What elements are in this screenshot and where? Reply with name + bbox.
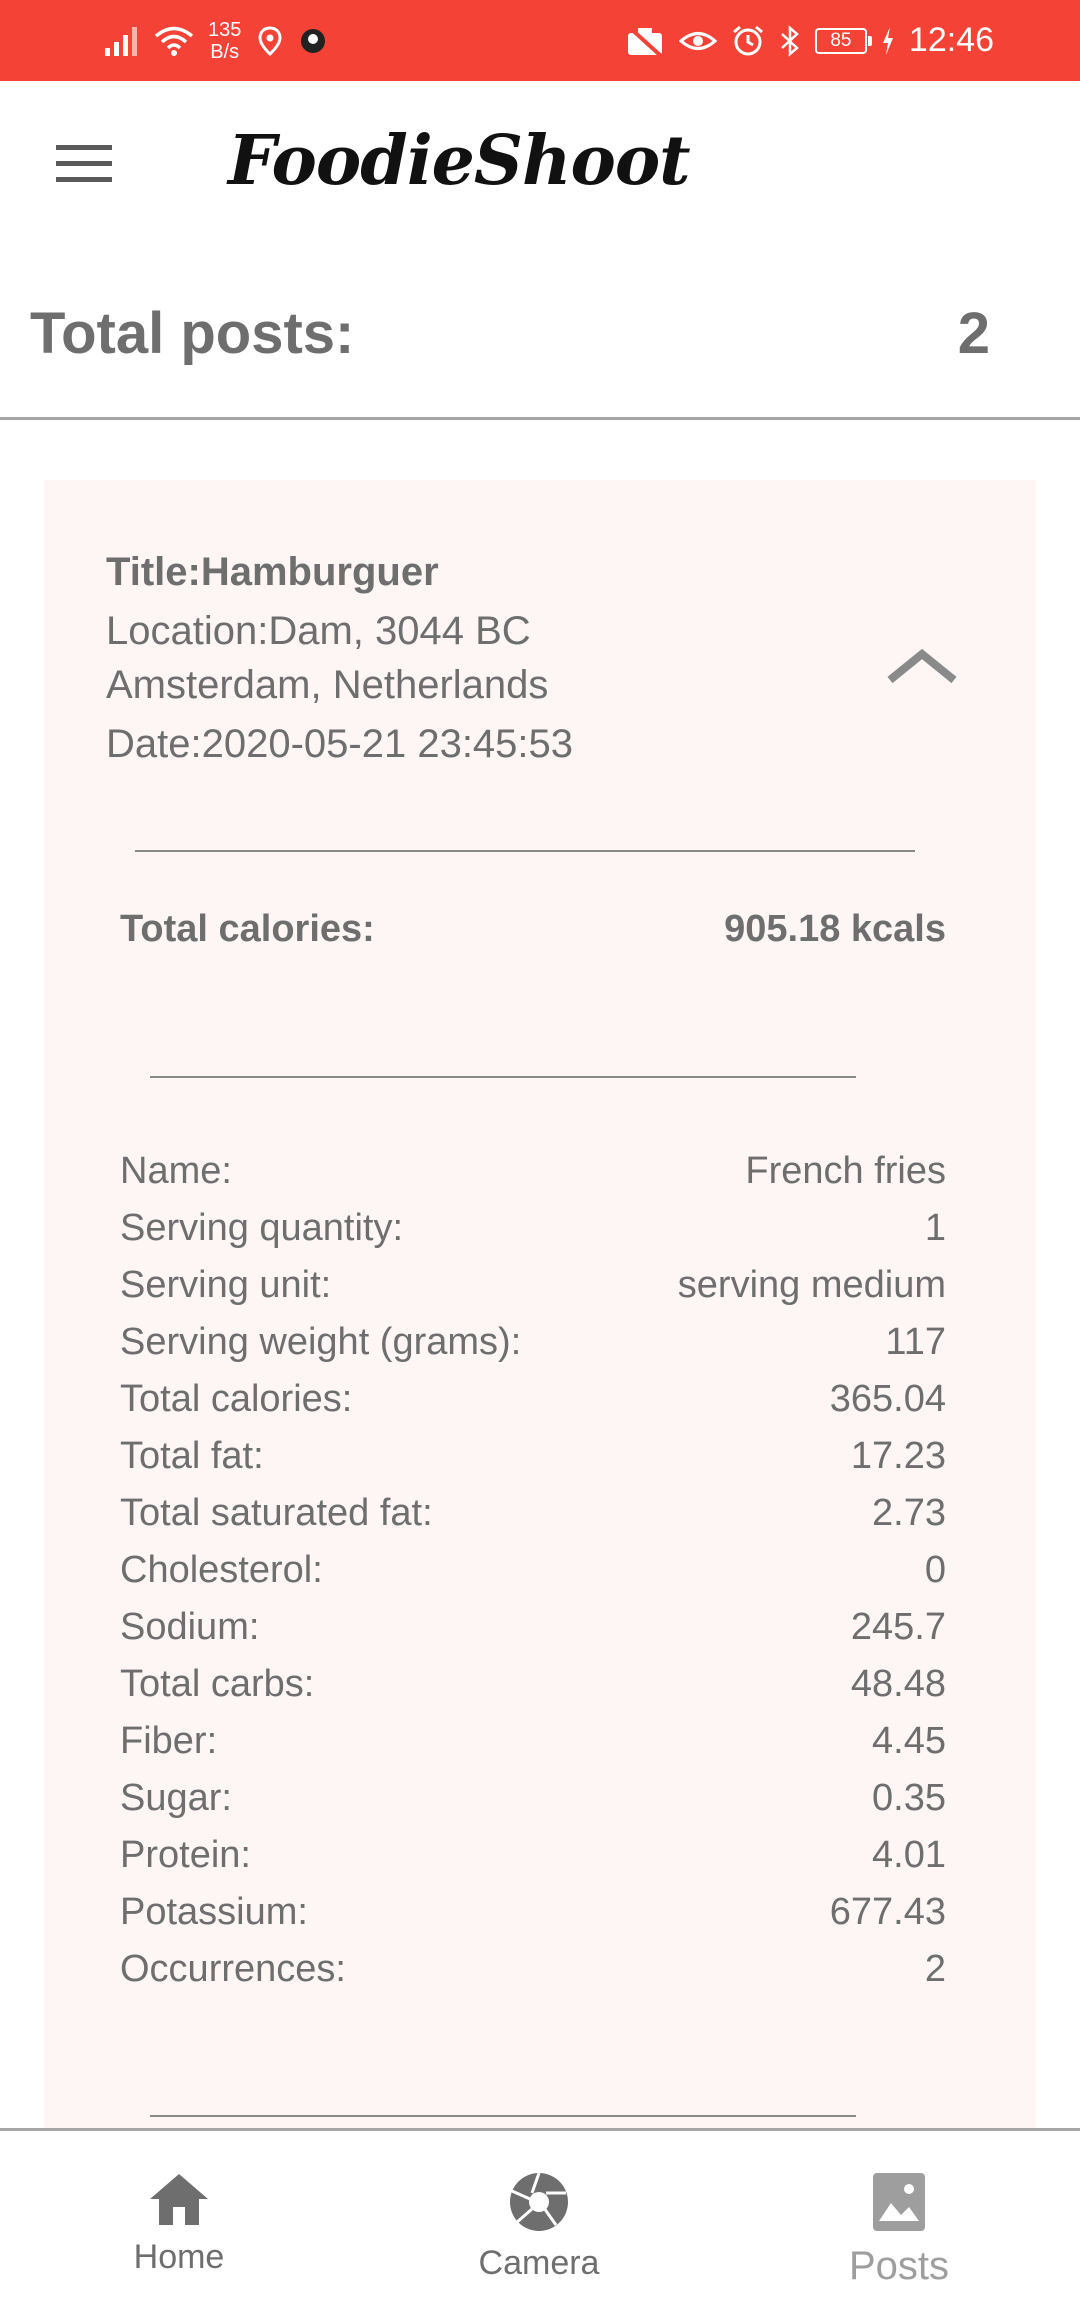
nutrition-value: 117 — [885, 1321, 946, 1363]
status-bar-left: 135 B/s — [104, 0, 327, 81]
home-icon — [150, 2174, 208, 2225]
app-notification-icon — [301, 28, 326, 53]
nutrition-value: 1 — [924, 1207, 946, 1249]
nutrition-label: Cholesterol: — [120, 1549, 323, 1591]
nutrition-value: 2 — [924, 1948, 946, 1990]
nutrition-label: Occurrences: — [120, 1948, 346, 1990]
nutrition-row: Total fat: 17.23 — [120, 1428, 946, 1485]
nutrition-label: Protein: — [120, 1834, 251, 1876]
image-icon — [873, 2173, 925, 2231]
nutrition-row: Serving weight (grams): 117 — [120, 1314, 946, 1371]
camera-off-icon — [627, 25, 663, 57]
nav-posts[interactable]: Posts — [799, 2171, 999, 2289]
nutrition-value: 0 — [924, 1549, 946, 1591]
nutrition-value: 0.35 — [872, 1777, 946, 1819]
post-card[interactable]: Title:Hamburguer Location:Dam, 3044 BC A… — [44, 480, 1036, 2130]
nutrition-label: Name: — [120, 1150, 232, 1192]
bottom-navigation: Home Camera Posts — [0, 2128, 1080, 2312]
nutrition-row: Sugar: 0.35 — [120, 1770, 946, 1827]
network-speed-unit: B/s — [210, 40, 240, 63]
alarm-icon — [732, 25, 763, 55]
collapse-button[interactable] — [882, 640, 962, 690]
app-logo-title: FoodieShoot — [228, 121, 691, 201]
nutrition-row: Total carbs: 48.48 — [120, 1656, 946, 1713]
nutrition-value: 17.23 — [850, 1435, 946, 1477]
total-posts-row: Total posts: 2 — [0, 280, 1080, 420]
hamburger-menu-icon — [56, 145, 112, 182]
nutrition-label: Serving unit: — [120, 1264, 332, 1306]
nav-camera-label: Camera — [478, 2244, 600, 2282]
nutrition-label: Total saturated fat: — [120, 1492, 433, 1534]
nutrition-value: 2.73 — [872, 1492, 946, 1534]
nutrition-row: Name: French fries — [120, 1143, 946, 1200]
post-title: Title:Hamburguer — [106, 550, 439, 594]
signal-icon — [105, 26, 137, 56]
nutrition-value: 48.48 — [850, 1663, 946, 1705]
nutrition-value: 677.43 — [829, 1891, 946, 1933]
nutrition-label: Serving weight (grams): — [120, 1321, 522, 1363]
post-location: Location:Dam, 3044 BC Amsterdam, Netherl… — [106, 609, 549, 707]
total-calories-label: Total calories: — [120, 908, 375, 950]
nutrition-value: serving medium — [677, 1264, 946, 1306]
nutrition-value: 365.04 — [829, 1378, 946, 1420]
nav-home[interactable]: Home — [79, 2171, 279, 2277]
nutrition-label: Total carbs: — [120, 1663, 315, 1705]
bluetooth-icon — [781, 24, 799, 57]
nav-camera[interactable]: Camera — [439, 2171, 639, 2283]
nav-posts-label: Posts — [848, 2244, 950, 2288]
charging-icon — [882, 26, 893, 55]
divider — [150, 1076, 856, 1078]
nutrition-row: Occurrences: 2 — [120, 1941, 946, 1998]
status-bar-right: 85 12:46 — [625, 0, 994, 81]
nutrition-value: 4.45 — [872, 1720, 946, 1762]
divider — [135, 850, 915, 852]
nutrition-row: Cholesterol: 0 — [120, 1542, 946, 1599]
nutrition-row: Sodium: 245.7 — [120, 1599, 946, 1656]
nutrition-row: Potassium: 677.43 — [120, 1884, 946, 1941]
nutrition-row: Total saturated fat: 2.73 — [120, 1485, 946, 1542]
camera-aperture-icon — [510, 2172, 568, 2231]
total-posts-count: 2 — [957, 301, 990, 366]
nutrition-label: Sugar: — [120, 1777, 232, 1819]
network-speed-value: 135 — [208, 18, 242, 41]
status-bar: 135 B/s 85 12:46 — [0, 0, 1080, 81]
divider — [150, 2115, 856, 2117]
chevron-up-icon — [887, 648, 957, 684]
nutrition-value: 245.7 — [850, 1606, 946, 1648]
network-speed: 135 B/s — [208, 19, 241, 63]
nutrition-label: Fiber: — [120, 1720, 218, 1762]
nutrition-label: Sodium: — [120, 1606, 260, 1648]
nutrition-row: Serving quantity: 1 — [120, 1200, 946, 1257]
location-icon — [258, 25, 282, 56]
app-bar: FoodieShoot — [0, 81, 1080, 243]
nutrition-list: Name: French fries Serving quantity: 1 Ser… — [120, 1143, 946, 1998]
nutrition-label: Total calories: — [120, 1378, 353, 1420]
menu-button[interactable] — [52, 141, 116, 187]
nutrition-value: French fries — [745, 1150, 946, 1192]
nutrition-row: Protein: 4.01 — [120, 1827, 946, 1884]
total-posts-label: Total posts: — [30, 301, 355, 366]
nutrition-label: Potassium: — [120, 1891, 308, 1933]
eye-comfort-icon — [678, 31, 717, 50]
nutrition-label: Total fat: — [120, 1435, 264, 1477]
clock: 12:46 — [908, 21, 994, 59]
nutrition-row: Fiber: 4.45 — [120, 1713, 946, 1770]
wifi-icon — [154, 26, 194, 56]
total-calories-value: 905.18 kcals — [724, 908, 946, 950]
nutrition-row: Serving unit: serving medium — [120, 1257, 946, 1314]
nutrition-label: Serving quantity: — [120, 1207, 404, 1249]
nav-home-label: Home — [133, 2238, 225, 2276]
nutrition-value: 4.01 — [872, 1834, 946, 1876]
nutrition-row: Total calories: 365.04 — [120, 1371, 946, 1428]
battery-level: 85 — [814, 27, 872, 54]
post-date: Date:2020-05-21 23:45:53 — [106, 722, 574, 766]
